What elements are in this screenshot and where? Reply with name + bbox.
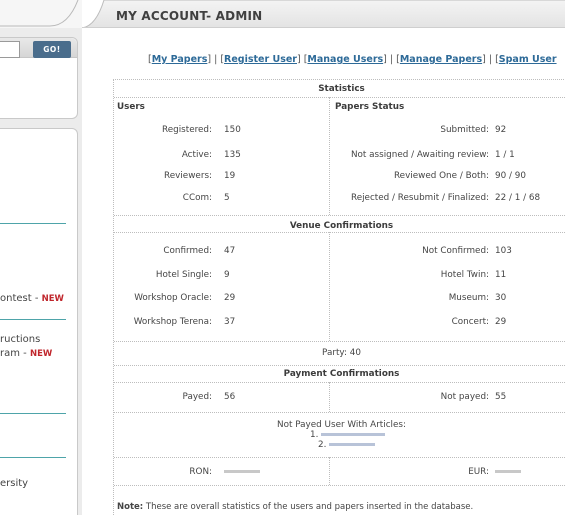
sidebar-link-university[interactable]: ersity	[0, 478, 28, 490]
papers-not-assigned-label: Not assigned / Awaiting review:	[350, 150, 489, 160]
nav-register-user[interactable]: Register User	[224, 54, 297, 65]
venue-hotel-single-value: 9	[224, 270, 230, 280]
sidebar-link-program[interactable]: ram - NEW	[0, 348, 52, 360]
sidebar-link-instructions[interactable]: ructions	[0, 334, 40, 346]
not-payed-value: 55	[495, 392, 507, 402]
venue-workshop-terena-value: 37	[224, 317, 236, 327]
unpaid-user-1-index: 1.	[310, 430, 319, 440]
users-registered-label: Registered:	[162, 125, 212, 135]
sidebar-divider	[0, 319, 66, 320]
ron-label: RON:	[189, 467, 212, 477]
venue-concert-value: 29	[495, 317, 507, 327]
papers-submitted-value: 92	[495, 125, 507, 135]
title-bar: MY ACCOUNT- ADMIN	[82, 0, 565, 28]
note-label: Note:	[117, 502, 144, 512]
nav-spam-user[interactable]: Spam User	[499, 54, 557, 65]
go-button[interactable]: GO!	[33, 41, 71, 58]
not-payed-label: Not payed:	[440, 392, 489, 402]
venue-not-confirmed-label: Not Confirmed:	[422, 246, 489, 256]
sidebar-divider	[0, 457, 66, 458]
sidebar-divider	[0, 223, 66, 224]
redacted-amount	[495, 470, 521, 473]
venue-concert-label: Concert:	[451, 317, 489, 327]
nav-manage-papers[interactable]: Manage Papers	[400, 54, 482, 65]
venue-museum-value: 30	[495, 293, 507, 303]
sidebar-menu-panel: ontest - NEW ructions ram - NEW ersity	[0, 128, 78, 515]
unpaid-user-2-index: 2.	[318, 440, 327, 450]
payed-value: 56	[224, 392, 236, 402]
ron-value	[224, 467, 260, 477]
papers-submitted-label: Submitted:	[440, 125, 489, 135]
venue-confirmed-value: 47	[224, 246, 236, 256]
papers-not-assigned-value: 1 / 1	[495, 150, 515, 160]
users-heading: Users	[117, 102, 145, 112]
nav-my-papers[interactable]: My Papers	[152, 54, 208, 65]
papers-rejected-value: 22 / 1 / 68	[495, 193, 541, 203]
sidebar-link-label: ram -	[0, 348, 30, 359]
eur-value	[495, 467, 521, 477]
papers-status-heading: Papers Status	[335, 102, 405, 112]
venue-museum-label: Museum:	[448, 293, 489, 303]
users-reviewers-label: Reviewers:	[164, 171, 212, 181]
payed-label: Payed:	[182, 392, 212, 402]
users-active-value: 135	[224, 150, 241, 160]
sidebar-corner-curve	[0, 0, 79, 27]
venue-hotel-twin-label: Hotel Twin:	[440, 270, 489, 280]
eur-label: EUR:	[468, 467, 489, 477]
unpaid-user-2: 2.	[318, 440, 376, 450]
main-content: MY ACCOUNT- ADMIN [My Papers] | [Registe…	[82, 0, 565, 515]
users-registered-value: 150	[224, 125, 241, 135]
admin-nav: [My Papers] | [Register User] [Manage Us…	[148, 54, 557, 65]
venue-hotel-twin-value: 11	[495, 270, 507, 280]
sidebar-link-contest[interactable]: ontest - NEW	[0, 293, 64, 305]
users-ccom-value: 5	[224, 193, 230, 203]
left-sidebar: GO! ontest - NEW ructions ram - NEW ersi…	[0, 0, 82, 515]
new-badge: NEW	[41, 294, 64, 304]
users-active-label: Active:	[181, 150, 212, 160]
search-input[interactable]	[0, 41, 20, 58]
sidebar-link-label: ersity	[0, 478, 29, 489]
redacted-amount	[224, 470, 260, 473]
redacted-name	[321, 433, 386, 436]
papers-reviewed-value: 90 / 90	[495, 171, 526, 181]
venue-hotel-single-label: Hotel Single:	[155, 270, 212, 280]
statistics-note: Note: These are overall statistics of th…	[117, 502, 473, 512]
venue-workshop-oracle-value: 29	[224, 293, 236, 303]
sidebar-divider	[0, 413, 66, 414]
payment-confirmations-heading: Payment Confirmations	[283, 369, 400, 379]
unpaid-user-1: 1.	[310, 430, 386, 440]
venue-workshop-terena-label: Workshop Terena:	[133, 317, 212, 327]
page-title: MY ACCOUNT- ADMIN	[116, 9, 263, 23]
users-reviewers-value: 19	[224, 171, 236, 181]
sidebar-link-label: ontest -	[0, 293, 42, 304]
papers-rejected-label: Rejected / Resubmit / Finalized:	[350, 193, 489, 203]
redacted-name	[329, 443, 376, 446]
users-ccom-label: CCom:	[182, 193, 212, 203]
party-count: Party: 40	[322, 348, 361, 358]
statistics-table: Statistics Users Papers Status Registere…	[113, 79, 565, 515]
statistics-heading: Statistics	[318, 84, 365, 94]
nav-manage-users[interactable]: Manage Users	[307, 54, 383, 65]
new-badge: NEW	[29, 349, 53, 359]
venue-workshop-oracle-label: Workshop Oracle:	[134, 293, 212, 303]
note-text: These are overall statistics of the user…	[145, 502, 474, 512]
sidebar-link-label: ructions	[0, 334, 41, 345]
venue-confirmed-label: Confirmed:	[163, 246, 212, 256]
venue-not-confirmed-value: 103	[495, 246, 512, 256]
venue-confirmations-heading: Venue Confirmations	[289, 221, 394, 231]
papers-reviewed-label: Reviewed One / Both:	[393, 171, 489, 181]
not-payed-articles-label: Not Payed User With Articles:	[277, 420, 406, 430]
